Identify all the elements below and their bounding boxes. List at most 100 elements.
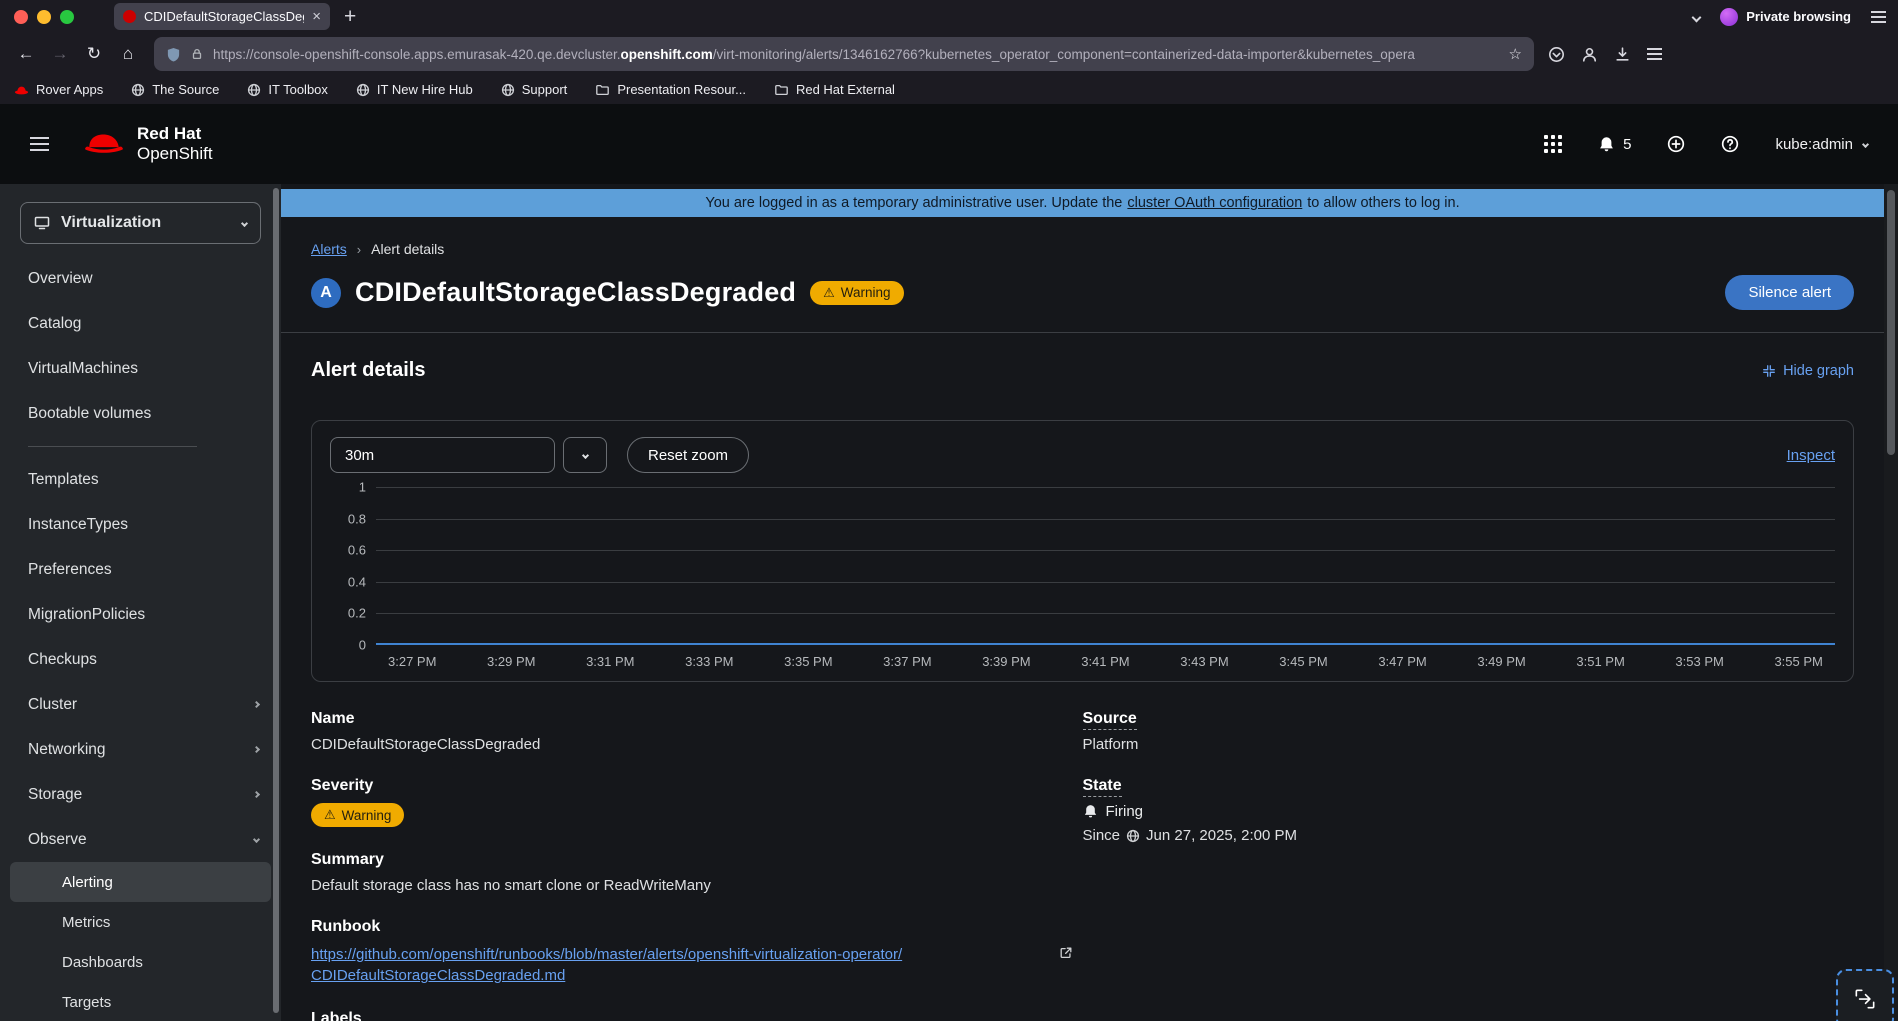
bookmark-label: Rover Apps — [36, 82, 104, 97]
alert-chart: 1 0.8 0.6 0.4 0.2 0 3:27 PM 3:29 PM 3:31… — [330, 480, 1835, 669]
bookmarks-bar: Rover Apps The Source IT Toolbox IT New … — [0, 75, 1898, 104]
sidebar-item-virtualmachines[interactable]: VirtualMachines — [0, 346, 281, 391]
redhat-icon — [14, 85, 29, 95]
notifications-button[interactable]: 5 — [1598, 136, 1631, 153]
runbook-link-line2: CDIDefaultStorageClassDegraded.md — [311, 967, 566, 984]
bookmark-support[interactable]: Support — [501, 82, 568, 97]
floating-screen-tool-button[interactable] — [1836, 969, 1894, 1021]
sidebar-item-label: Observe — [28, 830, 87, 848]
sidebar-scrollbar[interactable] — [273, 188, 279, 1013]
sidebar-item-metrics[interactable]: Metrics — [10, 902, 271, 942]
page-scrollbar[interactable] — [1884, 184, 1898, 1021]
url-path: /virt-monitoring/alerts/1346162766?kuber… — [712, 46, 1415, 62]
reset-zoom-button[interactable]: Reset zoom — [627, 437, 750, 473]
x-tick: 3:43 PM — [1180, 654, 1229, 669]
home-button[interactable]: ⌂ — [112, 39, 144, 69]
bookmark-label: Support — [521, 82, 568, 97]
bookmark-star-icon[interactable]: ☆ — [1509, 45, 1522, 63]
x-tick: 3:47 PM — [1378, 654, 1427, 669]
sidebar-item-observe[interactable]: Observe — [0, 817, 281, 862]
back-button[interactable]: ← — [10, 39, 42, 69]
x-tick: 3:39 PM — [982, 654, 1031, 669]
sidebar-item-bootable-volumes[interactable]: Bootable volumes — [0, 391, 281, 436]
chart-plot-area[interactable]: 3:27 PM 3:29 PM 3:31 PM 3:33 PM 3:35 PM … — [376, 487, 1835, 669]
redhat-fedora-icon — [83, 131, 125, 157]
sidebar-item-catalog[interactable]: Catalog — [0, 301, 281, 346]
chevron-right-icon — [252, 745, 261, 754]
sidebar-divider — [28, 446, 197, 447]
alert-severity-icon: A — [311, 277, 341, 308]
tracking-shield-icon[interactable] — [166, 47, 181, 62]
hide-graph-link[interactable]: Hide graph — [1762, 363, 1854, 379]
x-tick: 3:49 PM — [1477, 654, 1526, 669]
sidebar-item-storage[interactable]: Storage — [0, 772, 281, 817]
add-icon[interactable] — [1667, 135, 1685, 153]
bookmark-presentation-resources[interactable]: Presentation Resour... — [595, 82, 746, 97]
severity-warning-badge: ⚠ Warning — [311, 803, 405, 827]
bookmark-it-toolbox[interactable]: IT Toolbox — [247, 82, 328, 97]
hide-graph-label: Hide graph — [1783, 362, 1854, 379]
oauth-config-link[interactable]: cluster OAuth configuration — [1127, 195, 1302, 211]
warning-badge-label: Warning — [840, 285, 891, 300]
sidebar-item-networking[interactable]: Networking — [0, 727, 281, 772]
y-tick: 0.2 — [347, 605, 366, 621]
sidebar-item-templates[interactable]: Templates — [0, 457, 281, 502]
sidebar-item-preferences[interactable]: Preferences — [0, 547, 281, 592]
user-menu[interactable]: kube:admin — [1775, 136, 1870, 153]
window-menu-icon[interactable] — [1871, 10, 1886, 23]
sidebar-item-checkups[interactable]: Checkups — [0, 637, 281, 682]
silence-alert-button[interactable]: Silence alert — [1725, 275, 1854, 310]
alert-graph-card: 30m Reset zoom Inspect 1 0.8 0.6 0.4 0.2… — [311, 420, 1854, 682]
private-browsing-icon — [1720, 7, 1739, 26]
list-tabs-icon[interactable] — [1691, 8, 1702, 26]
sidebar-item-migrationpolicies[interactable]: MigrationPolicies — [0, 592, 281, 637]
window-minimize-button[interactable] — [37, 9, 51, 24]
chart-x-axis-line — [376, 643, 1835, 645]
account-icon[interactable] — [1581, 46, 1598, 63]
reload-button[interactable]: ↻ — [78, 39, 110, 69]
window-close-button[interactable] — [14, 9, 28, 24]
globe-icon — [501, 83, 515, 97]
sidebar-item-instancetypes[interactable]: InstanceTypes — [0, 502, 281, 547]
severity-badge-label: Warning — [341, 807, 392, 823]
source-label: Source — [1082, 710, 1855, 730]
time-range-select[interactable]: 30m — [330, 437, 555, 473]
console-masthead: Red Hat OpenShift 5 kube:admin — [0, 104, 1898, 184]
window-zoom-button[interactable] — [60, 9, 74, 24]
sidebar-item-dashboards[interactable]: Dashboards — [10, 942, 271, 982]
runbook-link[interactable]: https://github.com/openshift/runbooks/bl… — [311, 944, 1083, 986]
address-bar[interactable]: https://console-openshift-console.apps.e… — [154, 37, 1534, 71]
help-icon[interactable] — [1721, 135, 1739, 153]
breadcrumb-separator: › — [356, 241, 362, 257]
bookmark-the-source[interactable]: The Source — [131, 82, 219, 97]
pocket-save-icon[interactable] — [1548, 46, 1565, 63]
login-info-banner: You are logged in as a temporary adminis… — [281, 189, 1884, 217]
sidebar-item-cluster[interactable]: Cluster — [0, 682, 281, 727]
x-tick: 3:29 PM — [487, 654, 536, 669]
sidebar-item-alerting[interactable]: Alerting — [10, 862, 271, 902]
new-tab-button[interactable]: + — [344, 6, 356, 27]
perspective-switcher[interactable]: Virtualization — [20, 202, 261, 244]
browser-tab[interactable]: CDIDefaultStorageClassDegrad × — [114, 3, 330, 30]
sidebar-item-overview[interactable]: Overview — [0, 256, 281, 301]
time-range-caret-button[interactable] — [563, 437, 607, 473]
nav-toggle-icon[interactable] — [30, 137, 49, 151]
bookmark-it-new-hire-hub[interactable]: IT New Hire Hub — [356, 82, 473, 97]
bookmark-red-hat-external[interactable]: Red Hat External — [774, 82, 895, 97]
inspect-link[interactable]: Inspect — [1787, 447, 1835, 464]
sidebar-item-targets[interactable]: Targets — [10, 982, 271, 1021]
source-value: Platform — [1082, 736, 1139, 753]
tab-close-icon[interactable]: × — [312, 8, 321, 25]
app-menu-icon[interactable] — [1647, 48, 1662, 60]
forward-button[interactable]: → — [44, 39, 76, 69]
runbook-label: Runbook — [311, 918, 381, 935]
external-link-icon[interactable] — [1059, 946, 1073, 960]
scrollbar-thumb[interactable] — [1887, 190, 1895, 455]
downloads-icon[interactable] — [1614, 46, 1631, 63]
app-launcher-icon[interactable] — [1544, 135, 1563, 153]
bookmark-rover-apps[interactable]: Rover Apps — [14, 82, 103, 97]
bookmark-label: IT Toolbox — [268, 82, 328, 97]
lock-icon[interactable] — [190, 47, 204, 61]
chart-x-axis: 3:27 PM 3:29 PM 3:31 PM 3:33 PM 3:35 PM … — [388, 654, 1823, 669]
breadcrumb-alerts-link[interactable]: Alerts — [311, 241, 347, 257]
